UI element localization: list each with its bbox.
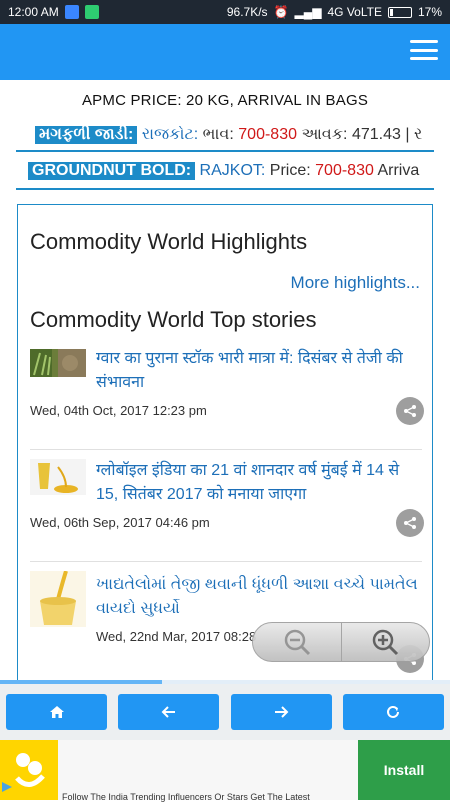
- refresh-icon: [387, 705, 400, 718]
- story-separator: [30, 561, 422, 562]
- ticker-arrival-label: આવક:: [301, 126, 348, 143]
- ticker-city: RAJKOT:: [199, 162, 266, 179]
- android-notification-icon: [84, 5, 99, 19]
- list-item[interactable]: ग्लोबॉइल इंडिया का 21 वां शानदार वर्ष मु…: [30, 459, 424, 563]
- ticker-divider: [16, 188, 434, 190]
- apmc-price-title: APMC PRICE: 20 KG, ARRIVAL IN BAGS: [81, 92, 369, 109]
- highlights-title: Commodity World Highlights: [30, 229, 308, 254]
- ticker-arrival-value: 471.43 | ર: [351, 126, 423, 143]
- status-time: 12:00 AM: [8, 5, 59, 19]
- notification-icon: [64, 5, 79, 19]
- forward-button[interactable]: [230, 694, 332, 730]
- story-date: Wed, 04th Oct, 2017 12:23 pm: [30, 403, 207, 418]
- story-separator: [30, 449, 422, 450]
- ticker-price-value: 700-830: [238, 126, 297, 143]
- zoom-control: [252, 622, 430, 662]
- ad-text: Follow The India Trending Influencers Or…: [62, 792, 310, 802]
- ad-banner[interactable]: Follow The India Trending Influencers Or…: [0, 740, 450, 802]
- app-bar: [0, 24, 450, 80]
- bottom-nav-bar: [0, 684, 450, 740]
- share-icon: [404, 405, 416, 417]
- ticker-commodity-tag: GROUNDNUT BOLD:: [28, 162, 196, 180]
- story-headline[interactable]: ખાદ્યતેલોમાં તેજી થવાની ધૂંધળી આશા વચ્ચે…: [96, 573, 420, 621]
- home-button[interactable]: [6, 694, 107, 730]
- home-icon: [49, 706, 64, 718]
- share-icon: [404, 517, 416, 529]
- story-date: Wed, 06th Sep, 2017 04:46 pm: [30, 515, 210, 530]
- battery-icon: [387, 6, 412, 18]
- menu-icon[interactable]: [410, 40, 438, 60]
- price-ticker-english[interactable]: GROUNDNUT BOLD: RAJKOT: Price: 700-830 A…: [28, 162, 450, 180]
- story-thumbnail-image: [30, 459, 86, 495]
- story-headline[interactable]: ग्लोबॉइल इंडिया का 21 वां शानदार वर्ष मु…: [96, 459, 420, 507]
- ticker-price-label: Price:: [269, 162, 311, 179]
- ticker-city: રાજકોટ:: [141, 126, 199, 143]
- refresh-button[interactable]: [342, 694, 444, 730]
- alarm-icon: ⏰: [273, 5, 289, 19]
- highlights-card: Commodity World Highlights More highligh…: [17, 204, 433, 684]
- install-button[interactable]: Install: [358, 740, 450, 800]
- story-headline[interactable]: ग्वार का पुराना स्टॉक भारी मात्रा में: द…: [96, 347, 420, 395]
- zoom-out-icon: [284, 629, 310, 656]
- list-item[interactable]: ग्वार का पुराना स्टॉक भारी मात्रा में: द…: [30, 347, 424, 451]
- zoom-in-icon: [373, 629, 399, 656]
- zoom-out-button[interactable]: [253, 623, 342, 661]
- network-type: 4G VoLTE: [327, 5, 382, 19]
- ticker-commodity-tag: મગફળી જાડી:: [35, 126, 138, 144]
- battery-percent: 17%: [417, 5, 442, 19]
- share-button[interactable]: [396, 509, 424, 537]
- story-thumbnail-image: [30, 571, 86, 627]
- ticker-arrival-label: Arriva: [377, 162, 420, 179]
- price-ticker-gujarati[interactable]: મગફળી જાડી: રાજકોટ: ભાવ: 700-830 આવક: 47…: [35, 126, 450, 144]
- story-date: Wed, 22nd Mar, 2017 08:28: [96, 629, 257, 644]
- ticker-divider: [16, 150, 434, 152]
- story-thumbnail-image: [30, 349, 86, 377]
- ad-app-icon: [15, 753, 45, 787]
- ticker-price-label: ભાવ:: [202, 126, 234, 143]
- network-speed: 96.7K/s: [226, 5, 268, 19]
- arrow-right-icon: [275, 706, 289, 718]
- status-bar: 12:00 AM 96.7K/s ⏰ ▂▄▆ 4G VoLTE 17%: [0, 0, 450, 24]
- top-stories-title: Commodity World Top stories: [30, 307, 317, 332]
- zoom-in-button[interactable]: [342, 623, 430, 661]
- arrow-left-icon: [161, 706, 175, 718]
- more-highlights-link[interactable]: More highlights...: [291, 273, 420, 293]
- share-button[interactable]: [396, 397, 424, 425]
- ticker-price-value: 700-830: [315, 162, 374, 179]
- ad-choices-icon[interactable]: [0, 780, 14, 794]
- back-button[interactable]: [118, 694, 220, 730]
- signal-icon: ▂▄▆: [294, 5, 322, 19]
